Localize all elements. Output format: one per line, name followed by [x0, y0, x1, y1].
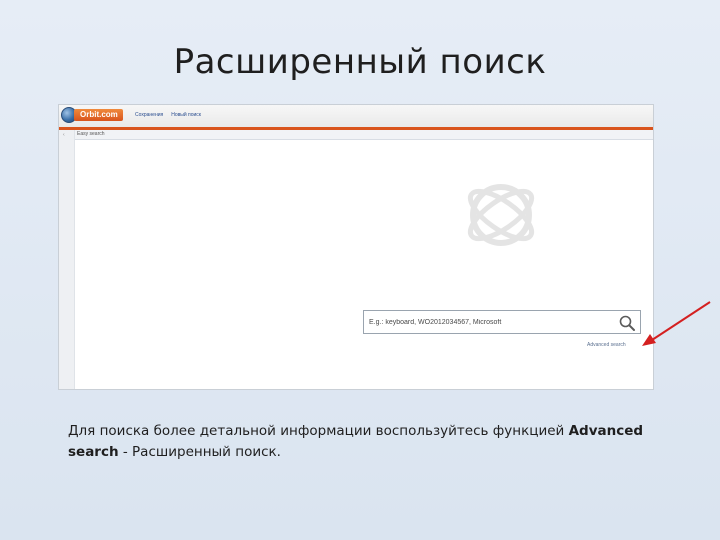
nav-link-saves[interactable]: Сохранения — [135, 112, 163, 118]
nav-link-new-search[interactable]: Новый поиск — [171, 112, 201, 118]
search-box — [363, 310, 641, 334]
search-input[interactable] — [369, 311, 609, 333]
search-mode-bar: Easy search — [59, 130, 653, 140]
orbit-watermark-icon — [467, 184, 535, 246]
caption-text-1: Для поиска более детальной информации во… — [68, 423, 569, 439]
advanced-search-link[interactable]: Advanced search — [587, 342, 626, 348]
slide-title: Расширенный поиск — [173, 42, 547, 82]
search-icon[interactable] — [618, 314, 636, 332]
left-panel: ‹ — [59, 130, 75, 389]
caption-text-2: - Расширенный поиск. — [118, 444, 281, 460]
app-topbar: Orbit.com Сохранения Новый поиск — [59, 105, 653, 130]
logo-text: Orbit.com — [74, 109, 123, 121]
red-arrow-annotation — [642, 301, 711, 346]
collapse-icon[interactable]: ‹ — [63, 132, 65, 138]
slide-caption: Для поиска более детальной информации во… — [68, 421, 688, 463]
slide: Расширенный поиск Orbit.com Сохранения Н… — [0, 0, 720, 540]
tab-easy-search[interactable]: Easy search — [77, 131, 105, 137]
app-screenshot: Orbit.com Сохранения Новый поиск Easy se… — [58, 104, 654, 390]
nav-links: Сохранения Новый поиск — [135, 112, 201, 118]
orbit-logo[interactable]: Orbit.com — [61, 107, 123, 123]
